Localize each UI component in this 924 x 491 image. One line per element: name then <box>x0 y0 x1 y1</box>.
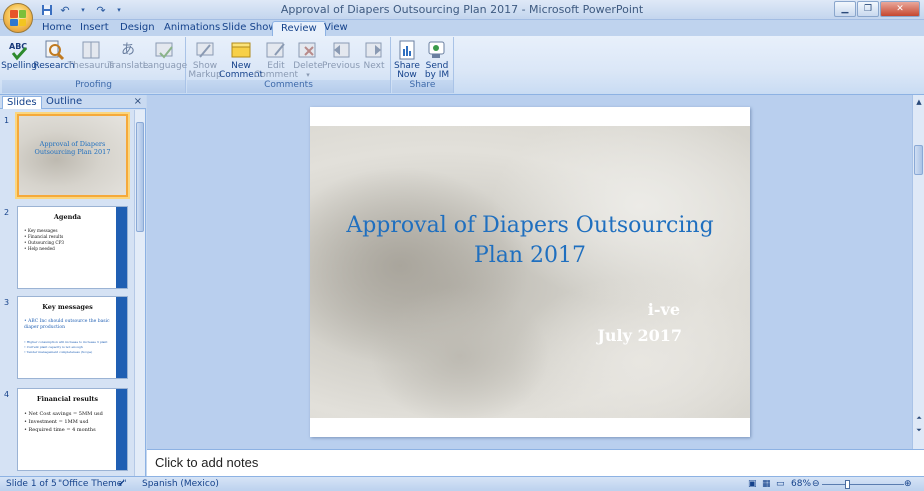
slide-sorter-icon[interactable]: ▦ <box>762 479 771 489</box>
slide-background-photo <box>310 126 750 418</box>
translate-button[interactable]: あ Translate <box>108 37 149 79</box>
edit-comment-button[interactable]: Edit Comment <box>254 37 298 80</box>
research-button[interactable]: Research <box>33 37 75 79</box>
zoom-slider[interactable] <box>822 484 904 485</box>
thesaurus-button[interactable]: Thesaurus <box>68 37 114 79</box>
proofing-group-label: Proofing <box>2 80 185 93</box>
thumbnail-bullet: • Net Cost savings = 5MM usd <box>24 411 103 417</box>
ribbon: ABC Spelling Research Thesaurus あ Transl… <box>0 36 924 95</box>
slides-pane: Slides Outline × 1 Approval of Diapers O… <box>0 95 146 476</box>
send-im-icon <box>426 39 448 61</box>
thumbnail-side-bar <box>116 389 127 470</box>
office-button[interactable] <box>3 3 33 33</box>
thumbnail-bullet: • Help needed <box>24 246 55 251</box>
slide-number: 1 <box>4 116 10 125</box>
send-by-im-button[interactable]: Send by IM <box>422 37 452 80</box>
spell-check-icon[interactable]: ✔ <box>118 479 126 489</box>
slide-thumbnails: 1 Approval of Diapers Outsourcing Plan 2… <box>0 110 134 476</box>
next-slide-icon[interactable]: ⏷ <box>914 425 924 435</box>
language-button[interactable]: Language <box>143 37 187 79</box>
delete-comment-button[interactable]: Delete ▾ <box>293 37 323 79</box>
slide-number: 4 <box>4 390 10 399</box>
translate-icon: あ <box>121 41 135 58</box>
language-icon <box>154 39 176 61</box>
current-slide[interactable]: Approval of Diapers Outsourcing Plan 201… <box>310 107 750 437</box>
thumbnail-bullet: • Required time = 4 months <box>24 427 96 433</box>
tab-design[interactable]: Design <box>112 21 163 36</box>
edit-comment-icon <box>265 39 287 61</box>
comments-group: Show Markup New Comment Edit Comment Del… <box>187 37 391 93</box>
slide-subtitle-author[interactable]: i-ve <box>648 300 680 319</box>
slide-thumbnail-2[interactable]: Agenda • Key messages • Financial result… <box>17 206 128 289</box>
zoom-out-icon[interactable]: ⊖ <box>812 479 820 489</box>
share-now-icon <box>396 39 418 61</box>
slide-subtitle-date[interactable]: July 2017 <box>597 326 682 345</box>
title-bar: ↶ ▾ ↷ ▾ Approval of Diapers Outsourcing … <box>0 0 924 20</box>
tab-insert[interactable]: Insert <box>72 21 117 36</box>
slide-show-icon[interactable]: ▭ <box>776 479 785 489</box>
zoom-in-icon[interactable]: ⊕ <box>904 479 912 489</box>
slide-title[interactable]: Approval of Diapers Outsourcing Plan 201… <box>338 211 722 271</box>
scroll-thumb[interactable] <box>914 145 923 175</box>
zoom-slider-handle[interactable] <box>845 480 850 489</box>
previous-comment-button[interactable]: Previous <box>322 37 360 79</box>
tab-outline[interactable]: Outline <box>42 96 86 109</box>
share-group-label: Share <box>392 80 453 93</box>
tab-view[interactable]: View <box>316 21 356 36</box>
slide-thumbnail-4[interactable]: Financial results • Net Cost savings = 5… <box>17 388 128 471</box>
zoom-level[interactable]: 68% <box>791 479 811 489</box>
slide-number: 2 <box>4 208 10 217</box>
slide-thumbnail-3[interactable]: Key messages • ABC Inc should outsource … <box>17 296 128 379</box>
notes-placeholder: Click to add notes <box>155 455 259 470</box>
thesaurus-icon <box>80 39 102 61</box>
thumbnail-title: Financial results <box>36 395 99 403</box>
minimize-button[interactable]: ▁ <box>834 1 856 17</box>
slide-stage: Approval of Diapers Outsourcing Plan 201… <box>147 95 912 449</box>
show-markup-icon <box>194 39 216 61</box>
slide-thumbnail-1[interactable]: Approval of Diapers Outsourcing Plan 201… <box>15 112 130 199</box>
window-title: Approval of Diapers Outsourcing Plan 201… <box>280 3 644 16</box>
slide-number: 3 <box>4 298 10 307</box>
theme-status[interactable]: "Office Theme" <box>58 479 126 489</box>
comments-group-label: Comments <box>187 80 390 93</box>
previous-icon <box>330 39 352 61</box>
office-logo-icon <box>10 10 26 26</box>
thumbnail-bullet: • ABC Inc should outsource the basic dia… <box>24 319 110 330</box>
tab-slides[interactable]: Slides <box>2 96 42 109</box>
thumbnail-side-bar <box>116 297 127 378</box>
notes-pane[interactable]: Click to add notes <box>147 449 924 476</box>
thumbnail-title: Agenda <box>53 213 82 221</box>
share-now-button[interactable]: Share Now <box>392 37 422 80</box>
thumbnail-bullet: • Investment = 1MM usd <box>24 419 89 425</box>
new-comment-icon <box>230 39 252 61</box>
ribbon-tabs: Home Insert Design Animations Slide Show… <box>0 20 924 36</box>
scroll-thumb[interactable] <box>136 122 144 232</box>
share-group: Share Now Send by IM Share <box>392 37 454 93</box>
spelling-icon: ABC <box>8 39 30 61</box>
show-markup-button[interactable]: Show Markup <box>187 37 223 80</box>
language-status[interactable]: Spanish (Mexico) <box>142 479 219 489</box>
slide-count-status: Slide 1 of 5 <box>6 479 57 489</box>
previous-slide-icon[interactable]: ⏶ <box>914 413 924 423</box>
next-comment-button[interactable]: Next <box>359 37 389 79</box>
delete-comment-icon <box>297 39 319 61</box>
thumbnail-side-bar <box>116 207 127 288</box>
thumbnail-title: Approval of Diapers Outsourcing Plan 201… <box>34 140 111 156</box>
pane-close-icon[interactable]: × <box>134 96 142 107</box>
scroll-up-icon[interactable]: ▲ <box>914 97 924 107</box>
thumbnails-scrollbar[interactable] <box>134 110 145 476</box>
status-bar: Slide 1 of 5 "Office Theme" ✔ Spanish (M… <box>0 476 924 491</box>
maximize-button[interactable]: ❐ <box>857 1 879 17</box>
next-icon <box>363 39 385 61</box>
thumbnail-bullet: • Tender management completeness (Scope) <box>24 350 93 354</box>
thumbnail-title: Key messages <box>42 303 93 311</box>
normal-view-icon[interactable]: ▣ <box>748 479 757 489</box>
research-icon <box>43 39 65 61</box>
close-button[interactable]: ✕ <box>880 1 920 17</box>
slide-scrollbar[interactable]: ▲ ⏶ ⏷ <box>912 95 924 449</box>
proofing-group: ABC Spelling Research Thesaurus あ Transl… <box>1 37 187 93</box>
spelling-button[interactable]: ABC Spelling <box>1 37 37 79</box>
